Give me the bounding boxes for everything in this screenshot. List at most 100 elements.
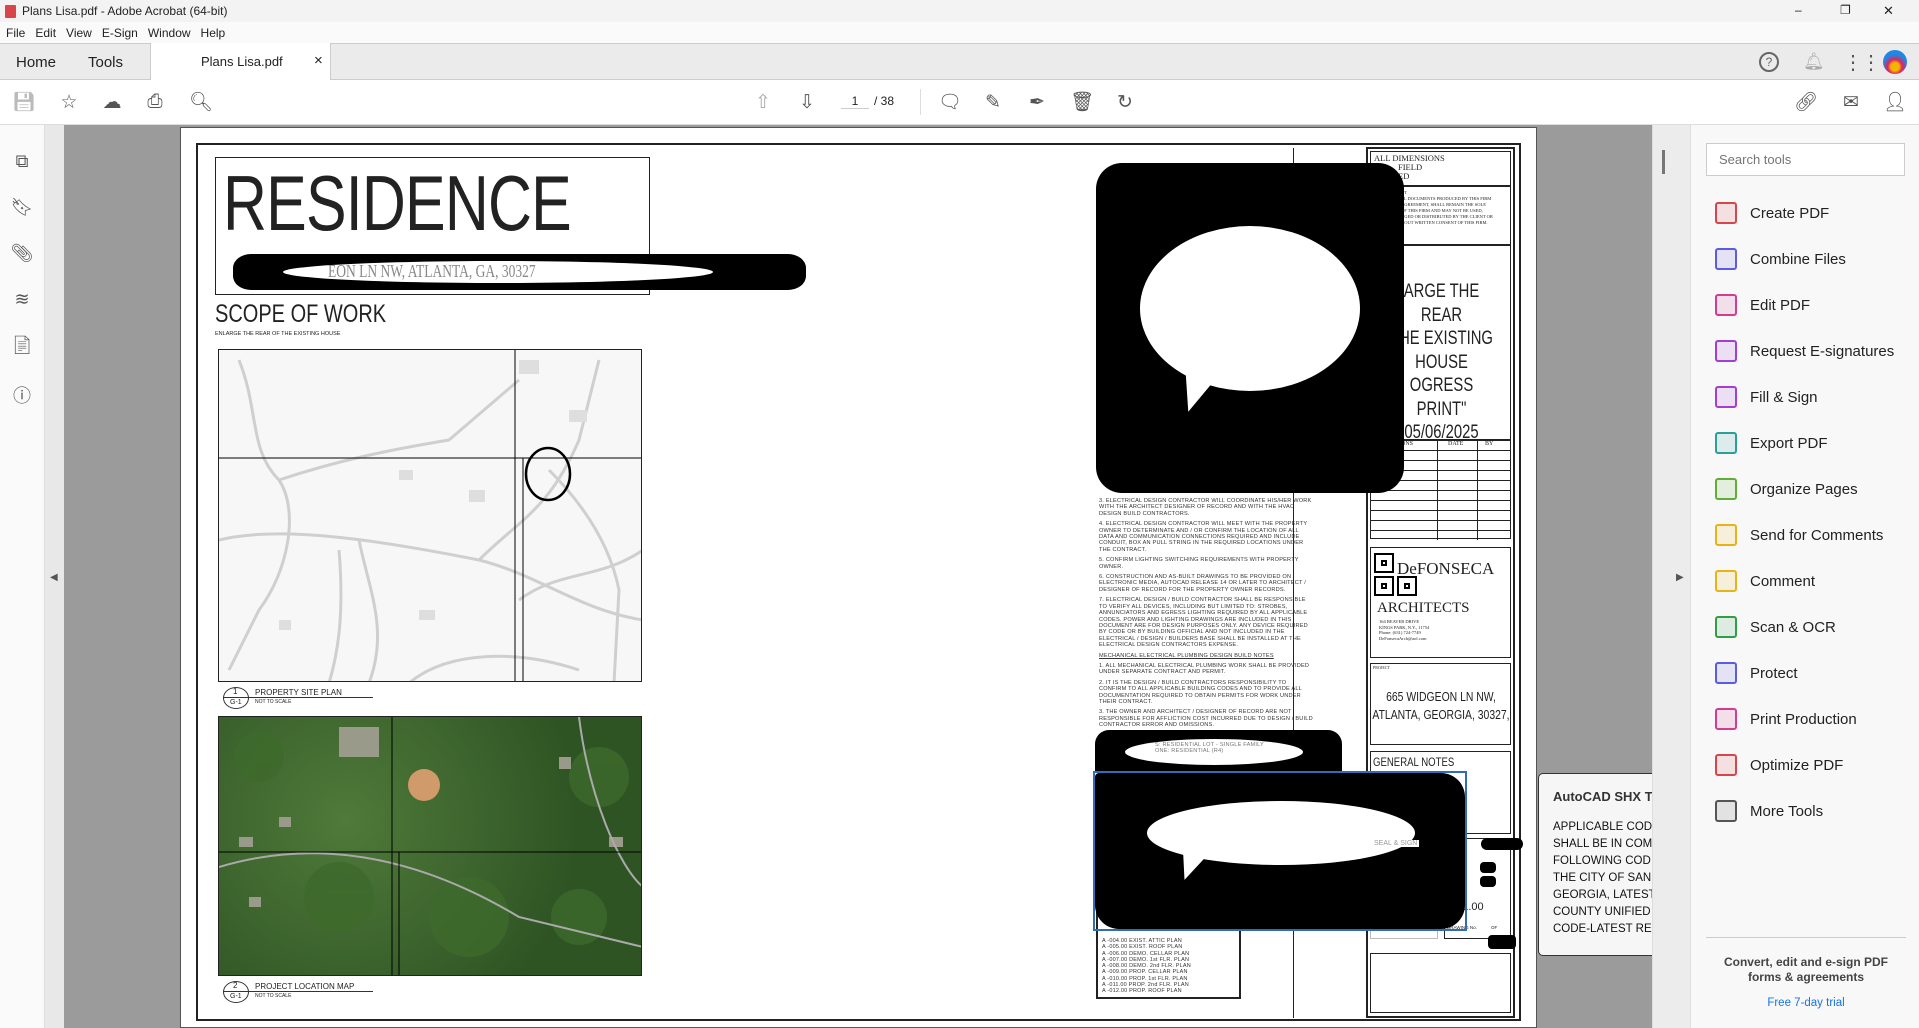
tool-label: Edit PDF — [1750, 296, 1811, 314]
comment-bubble-redaction[interactable] — [1096, 163, 1404, 493]
next-page-icon[interactable]: ⇩ — [795, 90, 819, 114]
rev-header: BY — [1485, 441, 1494, 447]
layers-icon[interactable]: ≋ — [10, 289, 34, 313]
minimize-button[interactable]: – — [1795, 3, 1802, 17]
upload-cloud-icon[interactable]: ☁ — [100, 90, 124, 114]
tool-label: Optimize PDF — [1750, 756, 1844, 774]
print-icon[interactable]: ⎙ — [143, 90, 167, 114]
tab-document[interactable]: Plans Lisa.pdf × — [150, 43, 331, 80]
create-pdf-icon — [1715, 202, 1737, 224]
property-site-plan-map — [218, 349, 642, 682]
share-link-icon[interactable]: 🔗︎ — [1794, 90, 1818, 114]
menu-edit[interactable]: Edit — [35, 26, 56, 40]
tooltip-line: CODE-LATEST RE — [1553, 923, 1652, 935]
sheet-entry: A -009.00 PROP. CELLAR PLAN — [1102, 969, 1188, 976]
page-content-icon[interactable]: 📄︎ — [10, 335, 34, 359]
add-person-icon[interactable]: 👤︎ — [1883, 90, 1907, 114]
menu-file[interactable]: File — [6, 26, 25, 40]
right-pane-strip: ▶ — [1652, 125, 1690, 1028]
delete-trash-icon[interactable]: 🗑︎ — [1070, 90, 1094, 114]
search-tools-input[interactable] — [1706, 143, 1905, 176]
close-tab-button[interactable]: × — [314, 52, 323, 69]
selected-comment-bubble[interactable] — [1093, 771, 1467, 931]
tab-home[interactable]: Home — [16, 54, 56, 71]
tool-more-tools[interactable]: More Tools — [1715, 796, 1823, 826]
view-label-2: 2 G-1 PROJECT LOCATION MAP NOT TO SCALE — [223, 981, 403, 1003]
view-title: PROJECT LOCATION MAP — [255, 982, 355, 991]
menu-window[interactable]: Window — [148, 26, 191, 40]
note-heading: MECHANICAL ELECTRICAL PLUMBING DESIGN BU… — [1099, 652, 1274, 659]
menu-help[interactable]: Help — [201, 26, 226, 40]
highlight-pen-icon[interactable]: ✎ — [981, 90, 1005, 114]
tool-send-for-comments[interactable]: Send for Comments — [1715, 520, 1883, 550]
tooltip-title: AutoCAD SHX T — [1553, 789, 1653, 804]
menu-esign[interactable]: E-Sign — [102, 26, 138, 40]
address-partial: EON LN NW, ATLANTA, GA, 30327 — [328, 261, 536, 281]
tool-organize-pages[interactable]: Organize Pages — [1715, 474, 1858, 504]
view-label-1: 1 G-1 PROPERTY SITE PLAN NOT TO SCALE — [223, 687, 403, 709]
tool-request-e-signatures[interactable]: Request E-signatures — [1715, 336, 1894, 366]
tool-label: Combine Files — [1750, 250, 1846, 268]
comment-bubble-redaction[interactable]: S: RESIDENTIAL LOT - SINGLE FAMILY ONE: … — [1095, 730, 1342, 772]
tool-comment[interactable]: Comment — [1715, 566, 1815, 596]
note: 2. IT IS THE DESIGN / BUILD CONTRACTORS … — [1099, 679, 1302, 705]
redaction-mark — [1481, 838, 1523, 850]
tool-protect[interactable]: Protect — [1715, 658, 1798, 688]
general-notes-label: GENERAL NOTES — [1373, 755, 1455, 769]
note: 1. ALL MECHANICAL ELECTRICAL PLUMBING WO… — [1099, 662, 1310, 676]
page-thumbnails-icon[interactable]: ⧉ — [10, 151, 34, 175]
close-window-button[interactable]: ✕ — [1883, 3, 1894, 19]
menu-bar: File Edit View E-Sign Window Help — [0, 22, 1919, 43]
bookmarks-icon[interactable]: 🔖︎ — [10, 197, 34, 221]
tab-tools[interactable]: Tools — [88, 54, 123, 71]
user-avatar[interactable] — [1883, 50, 1907, 74]
view-sheet: G-1 — [230, 699, 242, 706]
tool-combine-files[interactable]: Combine Files — [1715, 244, 1846, 274]
left-navigation-pane: ⧉ 🔖︎ 📎︎ ≋ 📄︎ ⓘ — [0, 125, 45, 1028]
email-icon[interactable]: ✉ — [1839, 90, 1863, 114]
tool-fill-sign[interactable]: Fill & Sign — [1715, 382, 1818, 412]
pdf-page: RESIDENCE EON LN NW, ATLANTA, GA, 30327 … — [180, 127, 1537, 1028]
tool-optimize-pdf[interactable]: Optimize PDF — [1715, 750, 1843, 780]
redaction-mark — [1480, 876, 1496, 887]
note: 6. CONSTRUCTION AND AS-BUILT DRAWINGS TO… — [1099, 574, 1306, 593]
note: 5. CONFIRM LIGHTING SWITCHING REQUIREMEN… — [1099, 557, 1299, 570]
request-e-signatures-icon — [1715, 340, 1737, 362]
document-info-icon[interactable]: ⓘ — [10, 382, 34, 406]
tab-bar: Home Tools Plans Lisa.pdf × ? 🔔︎ ⋮⋮⋮ — [0, 43, 1919, 80]
free-trial-link[interactable]: Free 7-day trial — [1711, 997, 1901, 1009]
previous-page-icon[interactable]: ⇧ — [751, 90, 775, 114]
site-plan-roads — [219, 350, 641, 681]
tool-print-production[interactable]: Print Production — [1715, 704, 1857, 734]
tool-create-pdf[interactable]: Create PDF — [1715, 198, 1829, 228]
collapse-right-pane-icon[interactable]: ▶ — [1676, 572, 1684, 583]
project-location-aerial-map — [218, 716, 642, 976]
tool-label: Request E-signatures — [1750, 342, 1895, 360]
tooltip-line: SHALL BE IN COM — [1553, 838, 1653, 850]
tool-export-pdf[interactable]: Export PDF — [1715, 428, 1828, 458]
view-number: 1 — [233, 687, 238, 696]
attachments-icon[interactable]: 📎︎ — [10, 243, 34, 267]
restore-button[interactable]: ❐ — [1840, 3, 1851, 17]
notification-bell-icon[interactable]: 🔔︎ — [1803, 52, 1825, 72]
rotate-icon[interactable]: ↻ — [1113, 90, 1137, 114]
redaction-mark — [1488, 935, 1516, 949]
tool-scan-ocr[interactable]: Scan & OCR — [1715, 612, 1836, 642]
toolbar: 💾︎ ☆ ☁ ⎙ 🔍︎ ⇧ ⇩ 1 / 38 🗨︎ ✎ ✒ 🗑︎ ↻ 🔗︎ ✉ … — [0, 80, 1919, 125]
help-icon[interactable]: ? — [1759, 52, 1779, 72]
vertical-scrollbar-thumb[interactable] — [1662, 150, 1665, 174]
comment-icon[interactable]: 🗨︎ — [938, 90, 962, 114]
save-icon[interactable]: 💾︎ — [12, 90, 36, 114]
scope-text: ENLARGE THE REAR OF THE EXISTING HOUSE — [215, 331, 341, 337]
menu-view[interactable]: View — [66, 26, 92, 40]
export-pdf-icon — [1715, 432, 1737, 454]
page-number-input[interactable]: 1 — [841, 94, 869, 109]
expand-left-pane-icon[interactable]: ◀ — [50, 572, 58, 583]
bookmark-star-icon[interactable]: ☆ — [57, 90, 81, 114]
zoom-search-icon[interactable]: 🔍︎ — [189, 90, 213, 114]
sign-pen-icon[interactable]: ✒ — [1025, 90, 1049, 114]
firm-name: DeFONSECA — [1397, 559, 1495, 578]
project-label: PROJECT — [1373, 665, 1390, 670]
panel-divider — [1706, 937, 1906, 938]
tool-edit-pdf[interactable]: Edit PDF — [1715, 290, 1810, 320]
